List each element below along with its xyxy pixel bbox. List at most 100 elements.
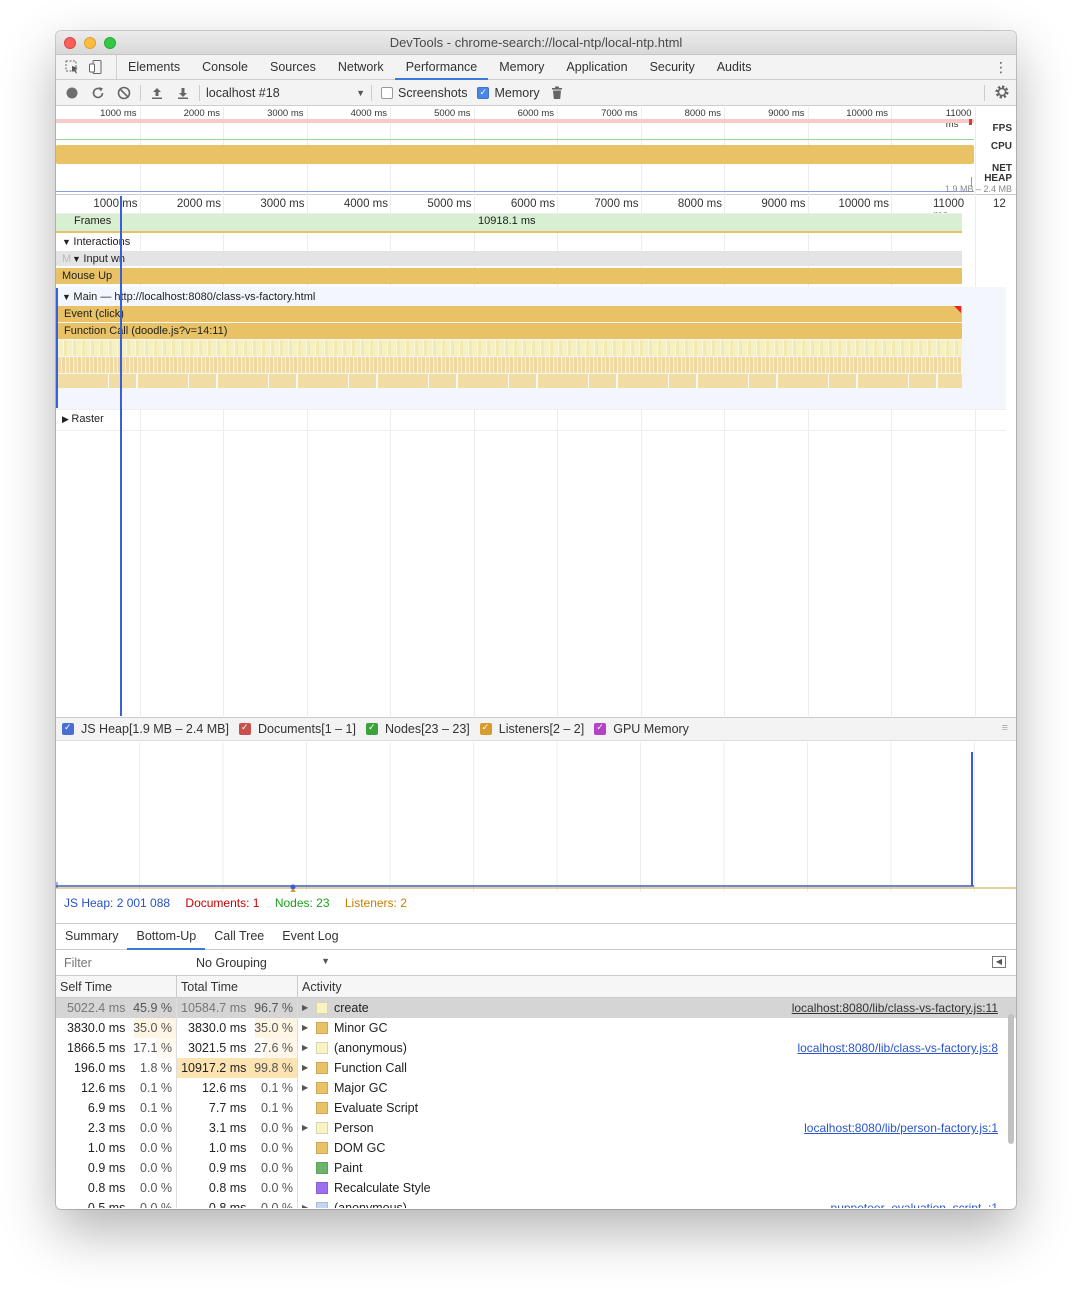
screenshots-checkbox[interactable] xyxy=(381,86,393,99)
expand-arrow-icon[interactable]: ▶ xyxy=(302,1078,314,1098)
source-link[interactable]: localhost:8080/lib/class-vs-factory.js:1… xyxy=(792,998,998,1018)
source-link[interactable]: localhost:8080/lib/class-vs-factory.js:8 xyxy=(797,1038,998,1058)
close-window-button[interactable] xyxy=(64,37,76,49)
capture-settings-gear-icon[interactable] xyxy=(994,84,1010,104)
legend-item[interactable]: Documents[1 – 1] xyxy=(239,722,356,736)
event-click-bar[interactable]: Event (click) xyxy=(58,306,962,322)
table-row[interactable]: 0.9 ms 0.0 % 0.9 ms 0.0 % Paint xyxy=(56,1158,1016,1178)
table-row[interactable]: 0.8 ms 0.0 % 0.8 ms 0.0 % Recalculate Style xyxy=(56,1178,1016,1198)
legend-item[interactable]: JS Heap[1.9 MB – 2.4 MB] xyxy=(62,722,229,736)
expand-arrow-icon[interactable]: ▶ xyxy=(302,1018,314,1038)
tab-network[interactable]: Network xyxy=(327,55,395,79)
memory-toggle[interactable]: Memory xyxy=(477,86,540,100)
tab-security[interactable]: Security xyxy=(639,55,706,79)
inspect-element-icon[interactable] xyxy=(60,55,84,79)
tab-console[interactable]: Console xyxy=(191,55,259,79)
expand-arrow-icon[interactable]: ▶ xyxy=(302,1118,314,1138)
load-profile-icon[interactable] xyxy=(144,80,170,106)
tab-memory[interactable]: Memory xyxy=(488,55,555,79)
source-link[interactable]: puppeteer_evaluation_script_:1 xyxy=(831,1198,998,1208)
scrollbar[interactable] xyxy=(1008,1014,1014,1144)
function-call-bar[interactable]: Function Call (doodle.js?v=14:11) xyxy=(58,323,962,339)
minimize-window-button[interactable] xyxy=(84,37,96,49)
gc-calls-row[interactable] xyxy=(58,357,962,373)
tab-sources[interactable]: Sources xyxy=(259,55,327,79)
memory-chart[interactable] xyxy=(56,742,1016,895)
maximize-window-button[interactable] xyxy=(104,37,116,49)
column-activity[interactable]: Activity xyxy=(298,976,1016,997)
tab-application[interactable]: Application xyxy=(555,55,638,79)
column-total-time[interactable]: Total Time xyxy=(177,976,298,997)
create-calls-row[interactable] xyxy=(58,340,962,356)
column-self-time[interactable]: Self Time xyxy=(56,976,177,997)
save-profile-icon[interactable] xyxy=(170,80,196,106)
self-time-pct: 0.0 % xyxy=(140,1161,172,1175)
memory-checkbox[interactable] xyxy=(477,86,490,99)
legend-item[interactable]: Nodes[23 – 23] xyxy=(365,722,470,736)
screenshots-toggle[interactable]: Screenshots xyxy=(381,86,467,100)
heap-sample-marker[interactable] xyxy=(290,884,296,890)
table-row[interactable]: 0.5 ms 0.0 % 0.8 ms 0.0 % ▶ (anonymous) puppet… xyxy=(56,1198,1016,1208)
legend-checkbox[interactable] xyxy=(62,722,74,735)
mouse-up-bar[interactable]: Mouse Up xyxy=(56,268,962,284)
tab-audits[interactable]: Audits xyxy=(706,55,763,79)
source-link[interactable]: localhost:8080/lib/person-factory.js:1 xyxy=(804,1118,998,1138)
legend-checkbox[interactable] xyxy=(594,722,607,735)
expand-arrow-icon[interactable]: ▶ xyxy=(302,1198,314,1208)
table-row[interactable]: 196.0 ms 1.8 % 10917.2 ms 99.8 % ▶ Function C… xyxy=(56,1058,1016,1078)
flame-chart[interactable]: 1000 ms 2000 ms 3000 ms 4000 ms 5000 ms 6000 … xyxy=(56,196,1016,716)
legend-checkbox[interactable] xyxy=(239,722,251,735)
table-row[interactable]: 5022.4 ms 45.9 % 10584.7 ms 96.7 % ▶ create lo… xyxy=(56,998,1016,1018)
main-thread-header[interactable]: ▼ Main — http://localhost:8080/class-vs-… xyxy=(62,291,315,303)
time-cursor[interactable] xyxy=(120,196,122,716)
category-color-swatch xyxy=(316,1162,328,1174)
self-time-cell: 1866.5 ms 17.1 % xyxy=(56,1038,177,1058)
grouping-select[interactable]: No Grouping ▼ xyxy=(196,956,330,970)
more-options-icon[interactable]: ⋮ xyxy=(994,59,1008,76)
activity-cell: ▶ Major GC xyxy=(298,1078,1016,1098)
listeners-sample-marker[interactable] xyxy=(290,889,296,895)
total-time-ms: 1.0 ms xyxy=(208,1141,247,1155)
legend-checkbox[interactable] xyxy=(365,722,378,735)
filter-input[interactable] xyxy=(64,955,184,970)
nested-calls-row[interactable] xyxy=(58,374,962,388)
profile-select[interactable]: localhost #18 ▼ xyxy=(203,83,368,103)
record-button[interactable] xyxy=(59,80,85,106)
details-tab-event-log[interactable]: Event Log xyxy=(273,924,347,949)
table-row[interactable]: 3830.0 ms 35.0 % 3830.0 ms 35.0 % ▶ Minor GC xyxy=(56,1018,1016,1038)
details-tab-summary[interactable]: Summary xyxy=(56,924,127,949)
details-tab-call-tree[interactable]: Call Tree xyxy=(205,924,273,949)
timeline-overview[interactable]: 1000 ms 2000 ms 3000 ms 4000 ms 5000 ms 6000 … xyxy=(56,107,1016,195)
expand-triangle-icon: ▶ xyxy=(62,414,72,424)
resize-handle-icon[interactable]: ≡ xyxy=(1002,722,1008,734)
expand-arrow-icon[interactable]: ▶ xyxy=(302,1058,314,1078)
input-header[interactable]: ▼ Input wn xyxy=(72,253,125,265)
expand-arrow-icon[interactable]: ▶ xyxy=(302,998,314,1018)
table-row[interactable]: 2.3 ms 0.0 % 3.1 ms 0.0 % ▶ Person localhost:8… xyxy=(56,1118,1016,1138)
total-time-pct: 0.0 % xyxy=(261,1141,293,1155)
garbage-collect-icon[interactable] xyxy=(544,80,570,106)
expand-arrow-icon[interactable]: ▶ xyxy=(302,1038,314,1058)
legend-item[interactable]: Listeners[2 – 2] xyxy=(479,722,584,736)
flame-tick-label: 6000 ms xyxy=(510,198,555,210)
clear-icon[interactable] xyxy=(111,80,137,106)
table-row[interactable]: 12.6 ms 0.1 % 12.6 ms 0.1 % ▶ Major GC xyxy=(56,1078,1016,1098)
tab-elements[interactable]: Elements xyxy=(117,55,191,79)
table-row[interactable]: 6.9 ms 0.1 % 7.7 ms 0.1 % Evaluate Script xyxy=(56,1098,1016,1118)
legend-checkbox[interactable] xyxy=(479,722,492,735)
table-row[interactable]: 1866.5 ms 17.1 % 3021.5 ms 27.6 % ▶ (anonymou… xyxy=(56,1038,1016,1058)
device-toolbar-icon[interactable] xyxy=(84,55,108,79)
tab-performance[interactable]: Performance xyxy=(394,55,489,80)
raster-header[interactable]: ▶ Raster xyxy=(62,413,104,425)
activity-name: Paint xyxy=(334,1161,363,1175)
category-color-swatch xyxy=(316,1142,328,1154)
legend-item[interactable]: GPU Memory xyxy=(594,722,689,736)
table-row[interactable]: 1.0 ms 0.0 % 1.0 ms 0.0 % DOM GC xyxy=(56,1138,1016,1158)
details-tab-bottom-up[interactable]: Bottom-Up xyxy=(127,924,205,950)
memory-legend: JS Heap[1.9 MB – 2.4 MB] Documents[1 – 1]… xyxy=(56,717,1016,741)
reload-record-button[interactable] xyxy=(85,80,111,106)
toggle-sidebar-icon[interactable]: ◀ xyxy=(992,956,1006,968)
self-time-ms: 0.8 ms xyxy=(87,1181,126,1195)
flame-tick-label: 7000 ms xyxy=(594,198,639,210)
total-time-cell: 0.8 ms 0.0 % xyxy=(177,1178,298,1198)
